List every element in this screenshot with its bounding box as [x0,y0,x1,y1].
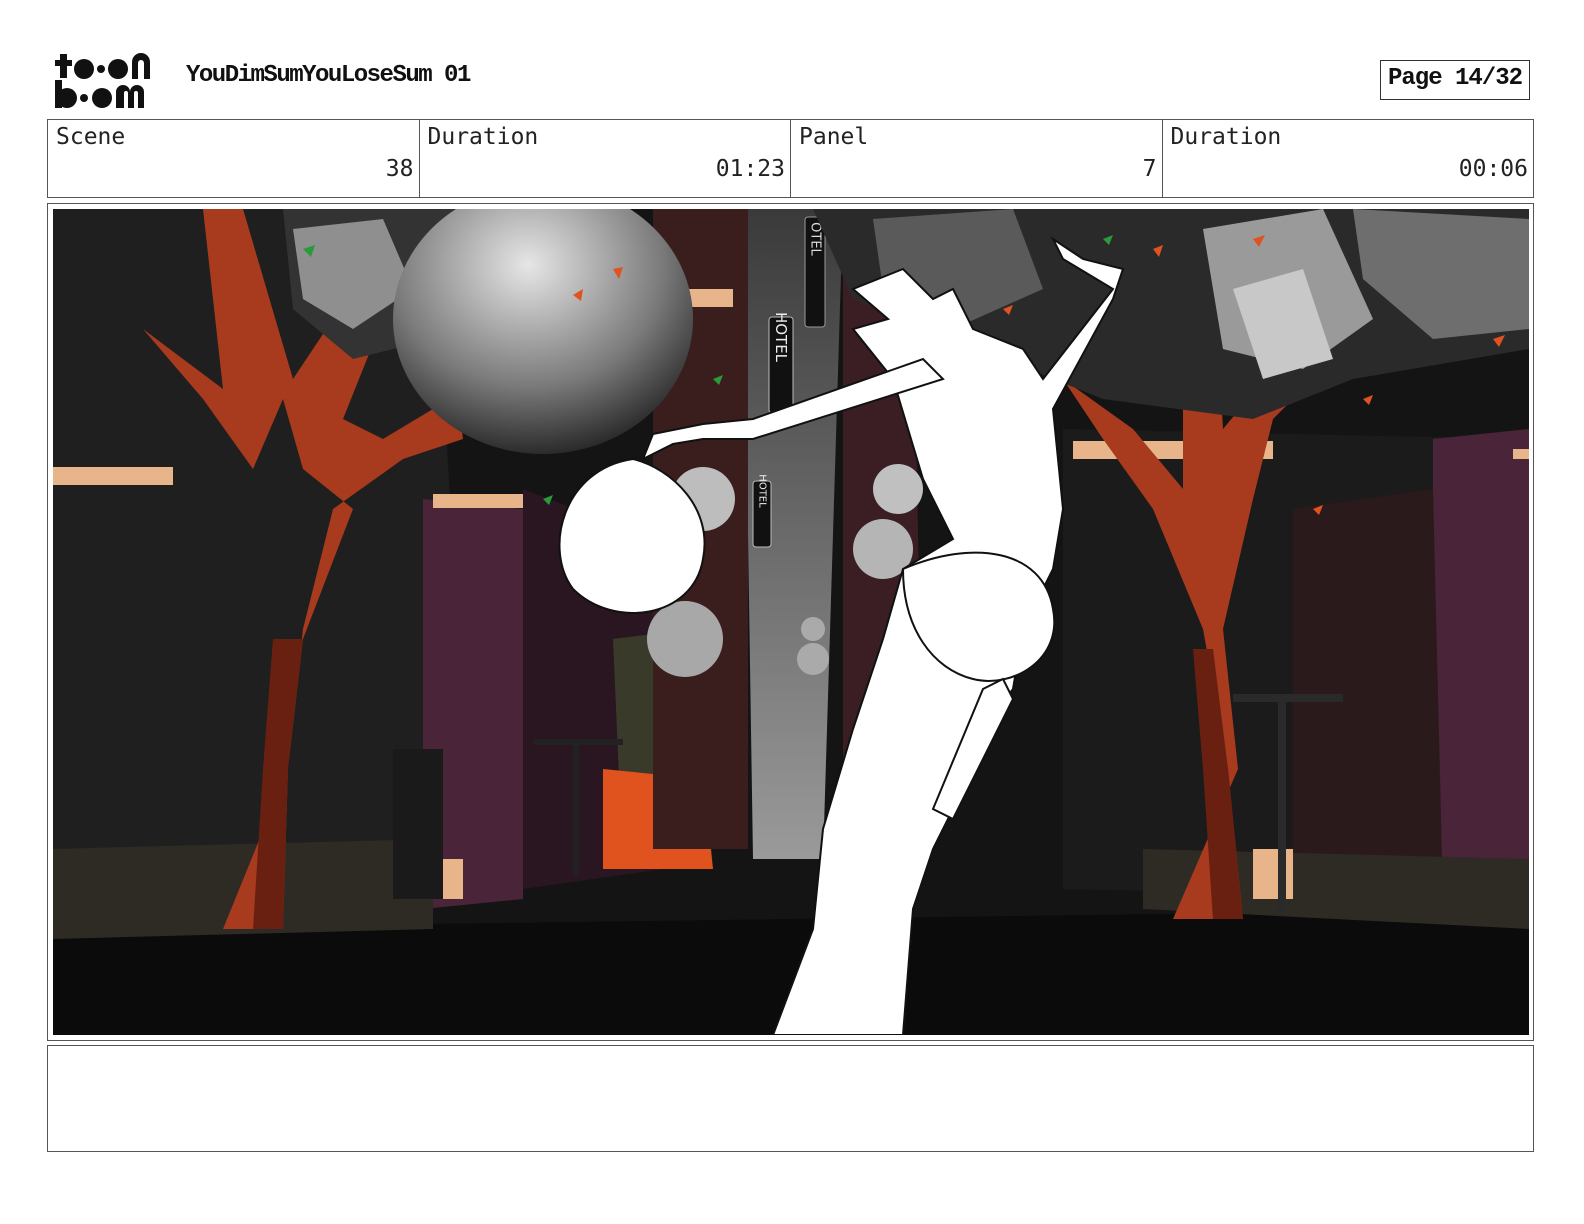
scene-duration-cell: Duration 01:23 [418,120,791,197]
panel-label: Panel [799,124,869,150]
panel-duration-cell: Duration 00:06 [1161,120,1534,197]
svg-text:OTEL: OTEL [808,222,823,256]
hotel-sign-far: OTEL [804,216,826,328]
svg-text:HOTEL: HOTEL [772,312,790,363]
scene-duration-label: Duration [427,124,539,150]
scene-cell: Scene 38 [48,120,419,197]
panel-frame: HOTEL HOTEL OTEL [47,203,1534,1041]
panel-value: 7 [1142,156,1157,182]
notes-box [47,1045,1534,1152]
scene-label: Scene [56,124,126,150]
scene-value: 38 [385,156,414,182]
scene-duration-value: 01:23 [715,156,785,182]
svg-text:HOTEL: HOTEL [757,474,768,508]
hotel-sign-upper: HOTEL [768,312,794,414]
page-indicator: Page 14/32 [1380,60,1530,100]
panel-cell: Panel 7 [790,120,1162,197]
hotel-sign-lower: HOTEL [752,474,772,548]
project-title: YouDimSumYouLoseSum 01 [186,62,471,89]
info-bar: Scene 38 Duration 01:23 Panel 7 Duration… [47,119,1534,198]
panel-duration-label: Duration [1170,124,1282,150]
storyboard-panel-image: HOTEL HOTEL OTEL [53,209,1529,1035]
panel-duration-value: 00:06 [1458,156,1528,182]
toon-boom-logo [52,50,164,112]
